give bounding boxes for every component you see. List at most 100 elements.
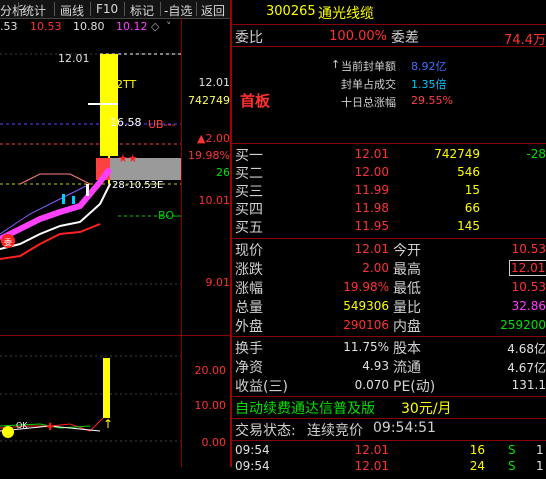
fin-value: 4.93: [362, 359, 389, 373]
indicator-axis: 20.00 10.00 0.00: [182, 336, 230, 467]
bid-row-3[interactable]: 买三 11.99 15: [233, 181, 546, 201]
quote-value: 2.00: [362, 261, 389, 275]
axis-pct: 19.98%: [188, 149, 230, 162]
fin-label-2: 股本: [393, 341, 421, 357]
svg-text:↑: ↑: [103, 417, 113, 431]
axis-10: 10.01: [198, 194, 231, 207]
axis-9: 9.01: [205, 276, 231, 289]
bid-row-2[interactable]: 买二 12.00 546: [233, 163, 546, 183]
bid-label: 买一: [235, 148, 263, 164]
tick-row[interactable]: 09:54 12.01 24 S 1: [233, 459, 546, 479]
quote-label: 外盘: [235, 319, 263, 335]
divider-weibi: [232, 46, 546, 47]
bid-row-4[interactable]: 买四 11.98 66: [233, 199, 546, 219]
bid-volume: 15: [464, 183, 480, 197]
quote-value: 549306: [343, 299, 389, 313]
seal-label-3: 十日总涨幅: [341, 96, 396, 109]
trade-status-label: 交易状态:: [235, 423, 296, 439]
quote-row-zongliang: 总量 549306 量比 32.86: [233, 297, 546, 317]
quote-row-xianjia: 现价 12.01 今开 10.53: [233, 240, 546, 260]
quote-value: 19.98%: [343, 280, 389, 294]
weibi-label: 委比: [235, 30, 263, 46]
tick-time: 09:54: [235, 443, 270, 457]
fin-value-2: 4.67亿: [507, 361, 546, 375]
weibi-value: 100.00%: [329, 29, 387, 44]
quote-label: 现价: [235, 243, 263, 259]
legend-chevron-icon[interactable]: ˅: [166, 20, 172, 33]
toolbar-huaxian[interactable]: 画线: [60, 2, 84, 19]
bid-label: 买四: [235, 202, 263, 218]
fin-value-2: 131.1: [511, 378, 546, 392]
toolbar-fenxi[interactable]: 分析: [0, 2, 24, 19]
weichai-label: 委差: [391, 30, 419, 46]
svg-text:委: 委: [4, 237, 12, 247]
seal-value-3: 29.55%: [411, 94, 453, 107]
promo-banner[interactable]: 自动续费通达信普及版 30元/月: [233, 398, 546, 418]
trade-status-time: 09:54:51: [373, 420, 436, 436]
toolbar-fanhui[interactable]: 返回: [201, 2, 225, 19]
stock-name: 通光线缆: [318, 6, 374, 22]
seal-star-icon: ↑: [331, 58, 341, 71]
fin-label: 收益(三): [235, 379, 288, 395]
quote-row-waipan: 外盘 290106 内盘 259200: [233, 316, 546, 336]
bid-price: 11.99: [354, 183, 389, 197]
trade-status-value: 连续竞价: [307, 423, 363, 439]
bid-row-1[interactable]: 买一 12.01 742749 -28: [233, 145, 546, 165]
bid-change: -28: [526, 147, 546, 161]
tick-side: S: [508, 443, 516, 457]
fin-label: 换手: [235, 341, 263, 357]
axis-ind-20: 20.00: [194, 364, 227, 377]
seal-label-1: 当前封单额: [341, 60, 396, 73]
legend-v1: .53: [0, 20, 18, 33]
bid-volume: 66: [464, 201, 480, 215]
fin-row-huanshou: 换手 11.75% 股本 4.68亿: [233, 338, 546, 358]
price-axis: 12.01 742749 ▲2.00 19.98% 26 10.01 9.01: [182, 18, 230, 335]
trade-status-row: 交易状态: 连续竞价 09:54:51: [233, 420, 546, 440]
tick-price: 12.01: [354, 443, 389, 457]
divider-header: [232, 24, 546, 25]
toolbar-f10[interactable]: F10: [96, 2, 118, 16]
axis-price-high: 12.01: [198, 76, 231, 89]
toolbar-zixuan[interactable]: -自选: [164, 2, 192, 19]
quote-row-zhangdie: 涨跌 2.00 最高 12.01: [233, 259, 546, 279]
svg-text:★★: ★★: [118, 152, 138, 165]
quote-value-2: 32.86: [511, 299, 546, 313]
quote-value: 290106: [343, 318, 389, 332]
quote-label: 涨跌: [235, 262, 263, 278]
bid-row-5[interactable]: 买五 11.95 145: [233, 217, 546, 237]
divider-promo: [232, 418, 546, 419]
bid-price: 12.00: [354, 165, 389, 179]
seal-label-2: 封单占成交: [341, 78, 396, 91]
quote-label-2: 今开: [393, 243, 421, 259]
fin-row-shouyi: 收益(三) 0.070 PE(动) 131.1: [233, 376, 546, 396]
tick-volume: 24: [469, 459, 485, 473]
indicator-chart[interactable]: OK ✚ ↑: [0, 336, 181, 467]
quote-row-zhangfu: 涨幅 19.98% 最低 10.53: [233, 278, 546, 298]
toolbar-tongji[interactable]: 统计: [22, 2, 46, 19]
chart-toolbar: 分析 统计 画线 F10 标记 -自选 返回: [0, 0, 230, 19]
fin-label: 净资: [235, 360, 263, 376]
tick-price: 12.01: [354, 459, 389, 473]
tick-side: S: [508, 459, 516, 473]
seal-value-2: 1.35倍: [411, 78, 447, 91]
stock-code: 300265: [266, 4, 316, 19]
legend-v3: 10.80: [73, 20, 105, 33]
quote-label: 涨幅: [235, 281, 263, 297]
quote-value-2: 10.53: [511, 280, 546, 294]
seal-info-panel: ↑ 当前封单额 8.92亿 封单占成交 1.35倍 十日总涨幅 29.55% 首…: [233, 48, 546, 143]
quote-label-2: 最低: [393, 281, 421, 297]
bid-price: 11.95: [354, 219, 389, 233]
tick-count: 1: [536, 443, 544, 457]
legend-diamond-icon[interactable]: ◇: [151, 20, 159, 33]
fin-label-2: 流通: [393, 360, 421, 376]
quote-label-2: 内盘: [393, 319, 421, 335]
seal-value-1: 8.92亿: [411, 60, 447, 73]
tick-time: 09:54: [235, 459, 270, 473]
toolbar-biaoji[interactable]: 标记: [130, 2, 154, 19]
legend-v4: 10.12: [116, 20, 148, 33]
quote-value: 12.01: [354, 242, 389, 256]
bid-price: 12.01: [354, 147, 389, 161]
axis-change: ▲2.00: [197, 132, 230, 145]
quote-value-2-boxed: 12.01: [509, 260, 546, 276]
svg-text:✚: ✚: [46, 422, 54, 433]
